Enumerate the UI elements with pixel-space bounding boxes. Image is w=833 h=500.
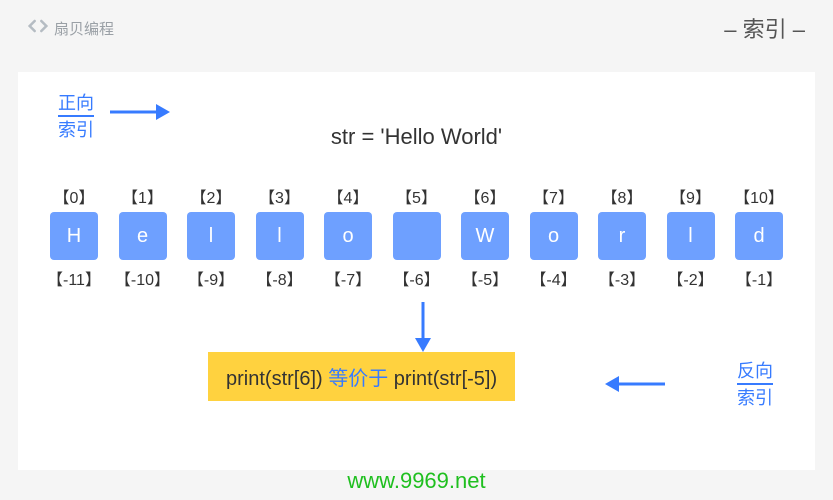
code-expression: str = 'Hello World'	[18, 124, 815, 150]
arrow-right-icon	[110, 102, 170, 122]
arrow-down-icon	[413, 302, 433, 352]
backward-label-line1: 反向	[737, 360, 773, 383]
negative-index: 【-9】	[188, 266, 234, 288]
char-box: d	[735, 212, 783, 260]
char-box: H	[50, 212, 98, 260]
negative-index: 【-5】	[462, 266, 508, 288]
char-box: r	[598, 212, 646, 260]
negative-index: 【-6】	[393, 266, 439, 288]
negative-index: 【-7】	[325, 266, 371, 288]
content-card: 正向 索引 str = 'Hello World' 【0】H【-11】【1】e【…	[18, 72, 815, 470]
equivalence-highlight: print(str[6]) 等价于 print(str[-5])	[208, 352, 515, 401]
index-cell: 【7】 o 【-4】	[526, 184, 582, 288]
index-cell: 【2】 l 【-9】	[183, 184, 239, 288]
backward-index-label: 反向 索引	[737, 360, 773, 411]
index-cell: 【10】 d 【-1】	[731, 184, 787, 288]
index-cell: 【5】 【-6】	[389, 184, 445, 288]
positive-index: 【7】	[533, 184, 574, 206]
positive-index: 【8】	[602, 184, 643, 206]
highlight-equals: 等价于	[328, 368, 388, 390]
highlight-part2: print(str[-5])	[388, 368, 497, 390]
char-box: l	[667, 212, 715, 260]
char-box: o	[530, 212, 578, 260]
backward-label-line2: 索引	[737, 383, 773, 410]
positive-index: 【4】	[328, 184, 369, 206]
positive-index: 【2】	[191, 184, 232, 206]
char-box	[393, 212, 441, 260]
positive-index: 【0】	[54, 184, 95, 206]
negative-index: 【-4】	[530, 266, 576, 288]
arrow-left-icon	[605, 374, 665, 394]
watermark: www.9969.net	[0, 468, 833, 494]
negative-index: 【-1】	[736, 266, 782, 288]
char-box: l	[256, 212, 304, 260]
positive-index: 【3】	[259, 184, 300, 206]
index-cell: 【9】 l 【-2】	[663, 184, 719, 288]
char-box: o	[324, 212, 372, 260]
forward-label-line1: 正向	[58, 92, 94, 115]
index-cell: 【4】 o 【-7】	[320, 184, 376, 288]
code-icon	[28, 16, 48, 40]
positive-index: 【6】	[465, 184, 506, 206]
header: 扇贝编程 – 索引 –	[0, 0, 833, 56]
brand: 扇贝编程	[28, 16, 114, 40]
positive-index: 【10】	[734, 184, 784, 206]
negative-index: 【-2】	[667, 266, 713, 288]
negative-index: 【-8】	[256, 266, 302, 288]
index-cell: 【8】 r 【-3】	[594, 184, 650, 288]
negative-index: 【-3】	[599, 266, 645, 288]
index-cell: 【0】 H 【-11】	[46, 184, 102, 288]
index-cell: 【3】 l 【-8】	[252, 184, 308, 288]
negative-index: 【-11】	[47, 266, 101, 288]
index-cell: 【1】 e 【-10】	[115, 184, 171, 288]
char-box: W	[461, 212, 509, 260]
brand-text: 扇贝编程	[54, 18, 114, 39]
char-box: e	[119, 212, 167, 260]
index-grid: 【0】 H 【-11】 【1】 e 【-10】 【2】 l 【-9】 【3】 l 【-8】 【4】 o 【-…	[46, 184, 787, 288]
negative-index: 【-10】	[115, 266, 170, 288]
page-title: – 索引 –	[724, 12, 805, 44]
positive-index: 【9】	[670, 184, 711, 206]
positive-index: 【1】	[122, 184, 163, 206]
index-cell: 【6】 W 【-5】	[457, 184, 513, 288]
positive-index: 【5】	[396, 184, 437, 206]
highlight-part1: print(str[6])	[226, 368, 328, 390]
char-box: l	[187, 212, 235, 260]
